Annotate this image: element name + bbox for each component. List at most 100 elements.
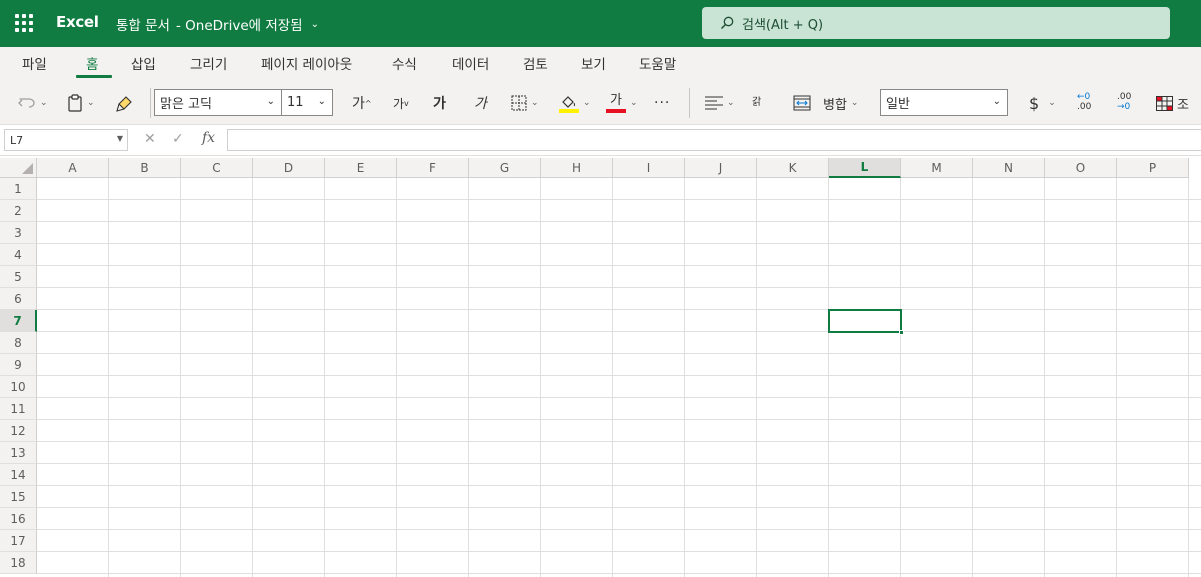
tab-formulas[interactable]: 수식 <box>392 53 417 73</box>
column-header-n[interactable]: N <box>973 158 1045 178</box>
tab-file[interactable]: 파일 <box>22 53 47 73</box>
column-header-c[interactable]: C <box>181 158 253 178</box>
format-painter-button[interactable] <box>116 92 134 114</box>
increase-decimal-button[interactable]: ←0 .00 <box>1077 92 1091 114</box>
row-header-18[interactable]: 18 <box>0 552 37 574</box>
merge-label: 병합 <box>823 97 847 113</box>
row-header-4[interactable]: 4 <box>0 244 37 266</box>
row-header-2[interactable]: 2 <box>0 200 37 222</box>
column-header-j[interactable]: J <box>685 158 757 178</box>
tab-help[interactable]: 도움말 <box>639 53 676 73</box>
arrow-left-icon: ←0 <box>1077 92 1091 102</box>
cell-area[interactable] <box>37 178 1201 577</box>
conditional-format-button[interactable]: 조 <box>1156 92 1189 114</box>
app-launcher-icon[interactable] <box>15 14 33 32</box>
decrease-decimal-button[interactable]: .00 →0 <box>1117 92 1131 114</box>
column-header-m[interactable]: M <box>901 158 973 178</box>
borders-button[interactable]: ⌄ <box>511 92 539 114</box>
chevron-down-icon: ⌄ <box>583 98 591 108</box>
check-icon[interactable]: ✓ <box>172 131 184 147</box>
font-color-button[interactable]: 가 ⌄ <box>606 92 638 114</box>
merge-cells-icon <box>793 95 811 111</box>
tab-view[interactable]: 보기 <box>581 53 606 73</box>
column-header-p[interactable]: P <box>1117 158 1189 178</box>
column-header-l[interactable]: L <box>829 158 901 178</box>
row-header-14[interactable]: 14 <box>0 464 37 486</box>
ribbon-toolbar: ⌄ ⌄ 맑은 고딕 ⌄ 11 ⌄ 가 ^ 가v 가 가 ⌄ ⌄ 가 ⌄ ··· … <box>0 80 1201 125</box>
column-header-d[interactable]: D <box>253 158 325 178</box>
row-header-10[interactable]: 10 <box>0 376 37 398</box>
column-header-a[interactable]: A <box>37 158 109 178</box>
tab-review[interactable]: 검토 <box>523 53 548 73</box>
font-color-indicator <box>606 108 626 113</box>
number-format-select[interactable]: 일반 ⌄ <box>880 89 1008 116</box>
currency-icon: $ <box>1029 93 1040 113</box>
select-all-corner[interactable] <box>0 158 37 178</box>
fill-color-button[interactable]: ⌄ <box>559 92 591 114</box>
search-box[interactable]: 검색(Alt + Q) <box>702 7 1170 39</box>
fill-handle[interactable] <box>899 330 904 335</box>
column-header-h[interactable]: H <box>541 158 613 178</box>
tab-insert[interactable]: 삽입 <box>131 53 156 73</box>
row-header-13[interactable]: 13 <box>0 442 37 464</box>
clipboard-icon <box>68 94 82 112</box>
document-title[interactable]: 통합 문서 - OneDrive에 저장됨 ⌄ <box>116 14 319 34</box>
column-header-o[interactable]: O <box>1045 158 1117 178</box>
row-header-12[interactable]: 12 <box>0 420 37 442</box>
row-header-7[interactable]: 7 <box>0 310 37 332</box>
tab-page-layout[interactable]: 페이지 레이아웃 <box>261 53 352 73</box>
wrap-text-button[interactable]: 갉 <box>752 92 761 114</box>
more-options-button[interactable]: ··· <box>654 92 670 114</box>
font-size-value: 11 <box>287 95 304 110</box>
grow-font-button[interactable]: 가 ^ <box>352 92 372 114</box>
paste-button[interactable]: ⌄ <box>67 92 95 114</box>
row-header-3[interactable]: 3 <box>0 222 37 244</box>
column-header-k[interactable]: K <box>757 158 829 178</box>
column-header-g[interactable]: G <box>469 158 541 178</box>
row-header-11[interactable]: 11 <box>0 398 37 420</box>
spreadsheet-grid: ABCDEFGHIJKLMNOP 1 2 3 4 5 6 7 8 9 10 11 12 13 14 15 16… <box>0 158 1201 577</box>
column-header-b[interactable]: B <box>109 158 181 178</box>
bold-button[interactable]: 가 <box>433 92 446 114</box>
column-header-e[interactable]: E <box>325 158 397 178</box>
italic-button[interactable]: 가 <box>474 92 487 114</box>
row-header-17[interactable]: 17 <box>0 530 37 552</box>
cancel-icon[interactable]: ✕ <box>144 131 156 147</box>
row-header-1[interactable]: 1 <box>0 178 37 200</box>
chevron-down-icon: ⌄ <box>266 96 275 107</box>
row-header-6[interactable]: 6 <box>0 288 37 310</box>
undo-button[interactable]: ⌄ <box>18 92 48 114</box>
font-size-select[interactable]: 11 ⌄ <box>281 89 333 116</box>
row-header-9[interactable]: 9 <box>0 354 37 376</box>
insert-function-button[interactable]: fx <box>202 130 215 146</box>
row-header-8[interactable]: 8 <box>0 332 37 354</box>
formula-bar: L7 ▼ ✕ ✓ fx <box>0 125 1201 156</box>
chevron-down-icon: ⌄ <box>310 18 319 30</box>
shrink-font-button[interactable]: 가v <box>393 92 409 114</box>
chevron-down-icon: ⌄ <box>1048 98 1056 108</box>
font-name-select[interactable]: 맑은 고딕 ⌄ <box>154 89 282 116</box>
font-color-glyph: 가 <box>610 92 622 108</box>
name-box[interactable]: L7 ▼ <box>4 129 128 151</box>
selected-cell[interactable] <box>828 309 904 335</box>
active-tab-indicator <box>76 75 112 78</box>
tab-data[interactable]: 데이터 <box>452 53 489 73</box>
tab-home[interactable]: 홈 <box>86 53 98 73</box>
formula-input[interactable] <box>227 129 1201 151</box>
align-button[interactable]: ⌄ <box>705 92 735 114</box>
align-left-icon <box>705 96 723 110</box>
chevron-down-icon: ⌄ <box>630 98 638 108</box>
bold-glyph: 가 <box>433 96 446 112</box>
currency-button[interactable]: $ ⌄ <box>1029 92 1056 114</box>
column-header-i[interactable]: I <box>613 158 685 178</box>
merge-button[interactable]: 병합 ⌄ <box>793 92 858 114</box>
ribbon-divider <box>150 88 151 118</box>
row-header-5[interactable]: 5 <box>0 266 37 288</box>
row-header-15[interactable]: 15 <box>0 486 37 508</box>
tab-draw[interactable]: 그리기 <box>190 53 227 73</box>
italic-glyph: 가 <box>474 96 487 112</box>
arrow-right-icon: →0 <box>1117 102 1131 112</box>
app-name[interactable]: Excel <box>56 13 99 31</box>
row-header-16[interactable]: 16 <box>0 508 37 530</box>
column-header-f[interactable]: F <box>397 158 469 178</box>
